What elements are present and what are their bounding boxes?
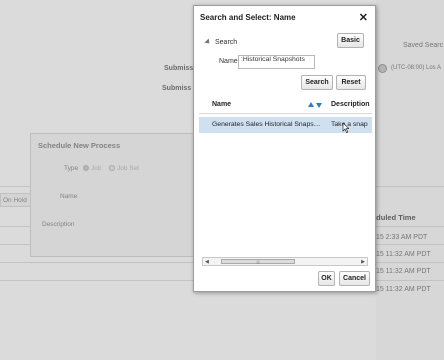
mouse-pointer-icon (342, 123, 349, 133)
ok-button[interactable]: OK (318, 271, 335, 286)
search-button[interactable]: Search (301, 75, 333, 90)
close-icon[interactable]: ✕ (359, 11, 368, 24)
scroll-thumb[interactable]: ||| (221, 259, 295, 264)
name-search-input[interactable]: :Historical Snapshots (238, 55, 315, 69)
search-section-toggle[interactable]: Search (204, 38, 238, 46)
reset-button[interactable]: Reset (336, 75, 366, 90)
basic-button[interactable]: Basic (337, 33, 364, 48)
column-header-name[interactable]: Name (212, 101, 231, 108)
column-header-description[interactable]: Description (331, 101, 370, 108)
row-name-cell: Generates Sales Historical Snaps… (212, 121, 321, 128)
scroll-right-icon[interactable]: ▶ (361, 259, 365, 265)
disclosure-triangle-icon (204, 38, 212, 46)
sort-ascending-icon[interactable] (308, 102, 314, 107)
header-divider (199, 113, 372, 114)
search-section-label: Search (215, 39, 238, 46)
scroll-left-icon[interactable]: ◀ (205, 259, 209, 265)
sort-descending-icon[interactable] (316, 103, 322, 108)
row-description-cell: Take a snap (331, 121, 368, 128)
horizontal-scrollbar[interactable]: ◀ ||| ▶ (202, 257, 368, 266)
cancel-button[interactable]: Cancel (339, 271, 370, 286)
dialog-title: Search and Select: Name (200, 13, 296, 22)
name-label: Name (219, 58, 238, 65)
results-table: Name Description Generates Sales Histori… (199, 97, 372, 265)
search-and-select-dialog: Search and Select: Name ✕ Search Basic N… (193, 5, 376, 292)
